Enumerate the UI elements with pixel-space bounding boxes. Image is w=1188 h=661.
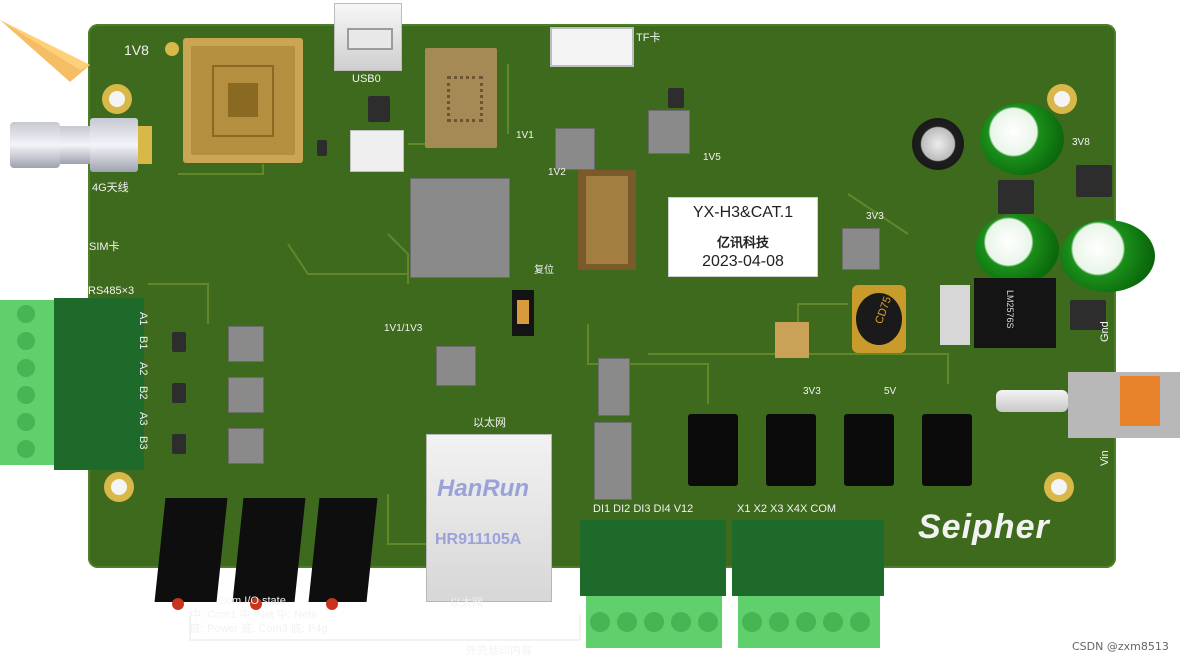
v5v-label: 5V (884, 386, 897, 397)
emmc-chip (425, 48, 497, 148)
capacitor-green-3 (1060, 220, 1155, 292)
usb-connector (334, 3, 402, 71)
board-info-box: YX-H3&CAT.1 亿讯科技 2023-04-08 (668, 197, 818, 277)
tf-label: TF卡 (636, 32, 661, 44)
inductor-3v3 (842, 228, 880, 270)
relay-1 (688, 414, 738, 486)
v1v8-label: 1V8 (124, 42, 149, 58)
hanrun-logo: HanRun (437, 475, 529, 502)
lm2576-regulator: LM2576S (974, 278, 1056, 348)
diode (317, 140, 327, 156)
x-header-label: X1 X2 X3 X4X COM (737, 503, 837, 515)
capacitor-green-2 (975, 214, 1059, 284)
usb-label: USB0 (352, 73, 381, 85)
a3-label: A3 (137, 412, 149, 426)
reset-button (512, 290, 534, 336)
capacitor-green-1 (980, 103, 1064, 175)
white-header (350, 130, 404, 172)
lte-module (183, 38, 303, 163)
ethernet-label: 以太网 (473, 417, 506, 429)
csdn-watermark: CSDN @zxm8513 (1072, 640, 1169, 653)
ddr-chip (578, 170, 636, 270)
board-company: 亿讯科技 (716, 236, 769, 251)
di-header-label: DI1 DI2 DI3 DI4 V12 (593, 503, 694, 515)
terminal-screw-heads (590, 612, 870, 632)
testpoint-1v8 (165, 42, 179, 56)
diode-large (1076, 165, 1112, 197)
fuse (996, 390, 1068, 412)
rs485-chip-1 (228, 326, 264, 362)
tvs-1 (172, 332, 186, 352)
rs485-chip-3 (228, 428, 264, 464)
reset-label: 复位 (534, 265, 554, 276)
b1-label: B1 (137, 336, 149, 350)
led-legend-row2: 中: Com1 中: Net 中: Nets (190, 609, 317, 621)
v1v1-1v3-label: 1V1/1V3 (384, 323, 423, 334)
opto-chip-2 (594, 422, 632, 500)
gnd-label: Gnd (1099, 321, 1111, 342)
regulator-1v5 (648, 110, 690, 154)
electrolytic-cap-black (912, 118, 964, 170)
board-model: YX-H3&CAT.1 (692, 204, 794, 221)
led-pipe-2 (232, 498, 306, 602)
relay-2 (766, 414, 816, 486)
a1-label: A1 (137, 312, 149, 326)
led-red-1 (172, 598, 184, 610)
v3v8-label: 3V8 (1072, 137, 1090, 148)
antenna-label: 4G天线 (92, 182, 129, 194)
v1v5-label: 1V5 (703, 152, 721, 163)
tf-card-slot (550, 27, 634, 67)
pcb-render-scene: 4G天线 1V8 USB0 TF卡 1V1 1V2 1V5 SIM卡 复位 YX… (0, 0, 1188, 661)
rs485-screws (17, 305, 35, 458)
regulator-1v1 (436, 346, 476, 386)
board-date: 2023-04-08 (702, 253, 784, 270)
relay-4 (922, 414, 972, 486)
di-terminal-body (580, 520, 726, 596)
led-legend-row3: 底: Power 底: Com3 底: P4g (190, 623, 328, 635)
opto-chip-1 (598, 358, 630, 416)
seipher-logo: Seipher (918, 508, 1050, 546)
rs485-terminal-body (54, 298, 144, 470)
b2-label: B2 (137, 386, 149, 400)
antenna-connector (10, 118, 152, 172)
power-terminal (1068, 372, 1180, 438)
small-ic-u18 (368, 96, 390, 122)
vin-label: Vin (1099, 450, 1111, 466)
led-legend-row1: Com I/O state (218, 595, 286, 607)
sim-label: SIM卡 (89, 241, 120, 253)
shell-print-label: 外壳丝印内容 (466, 645, 532, 657)
ethernet-bottom-label: 以太网 (450, 597, 483, 609)
v3v3-bottom-label: 3V3 (803, 386, 821, 397)
rs485-label: RS485×3 (88, 285, 135, 297)
rj45-jack: HanRun HR911105A (426, 434, 552, 602)
regulator-1v2 (555, 128, 595, 170)
hanrun-model: HR911105A (435, 531, 522, 548)
led-pipe-1 (154, 498, 228, 602)
regulator-tab (940, 285, 970, 345)
small-ic (668, 88, 684, 108)
a2-label: A2 (137, 362, 149, 376)
v1v2-label: 1V2 (548, 167, 566, 178)
v3v3-top-label: 3V3 (866, 211, 884, 222)
tvs-2 (172, 383, 186, 403)
x-terminal-body (732, 520, 884, 596)
cpu-chip (410, 178, 510, 278)
led-pipe-3 (308, 498, 378, 602)
v1v1-label: 1V1 (516, 130, 534, 141)
rs485-chip-2 (228, 377, 264, 413)
ldo-regulator (775, 322, 809, 358)
b3-label: B3 (137, 436, 149, 450)
tvs-3 (172, 434, 186, 454)
relay-3 (844, 414, 894, 486)
cd75-inductor: CD75 (852, 285, 906, 353)
mosfet (998, 180, 1034, 214)
led-red-3 (326, 598, 338, 610)
